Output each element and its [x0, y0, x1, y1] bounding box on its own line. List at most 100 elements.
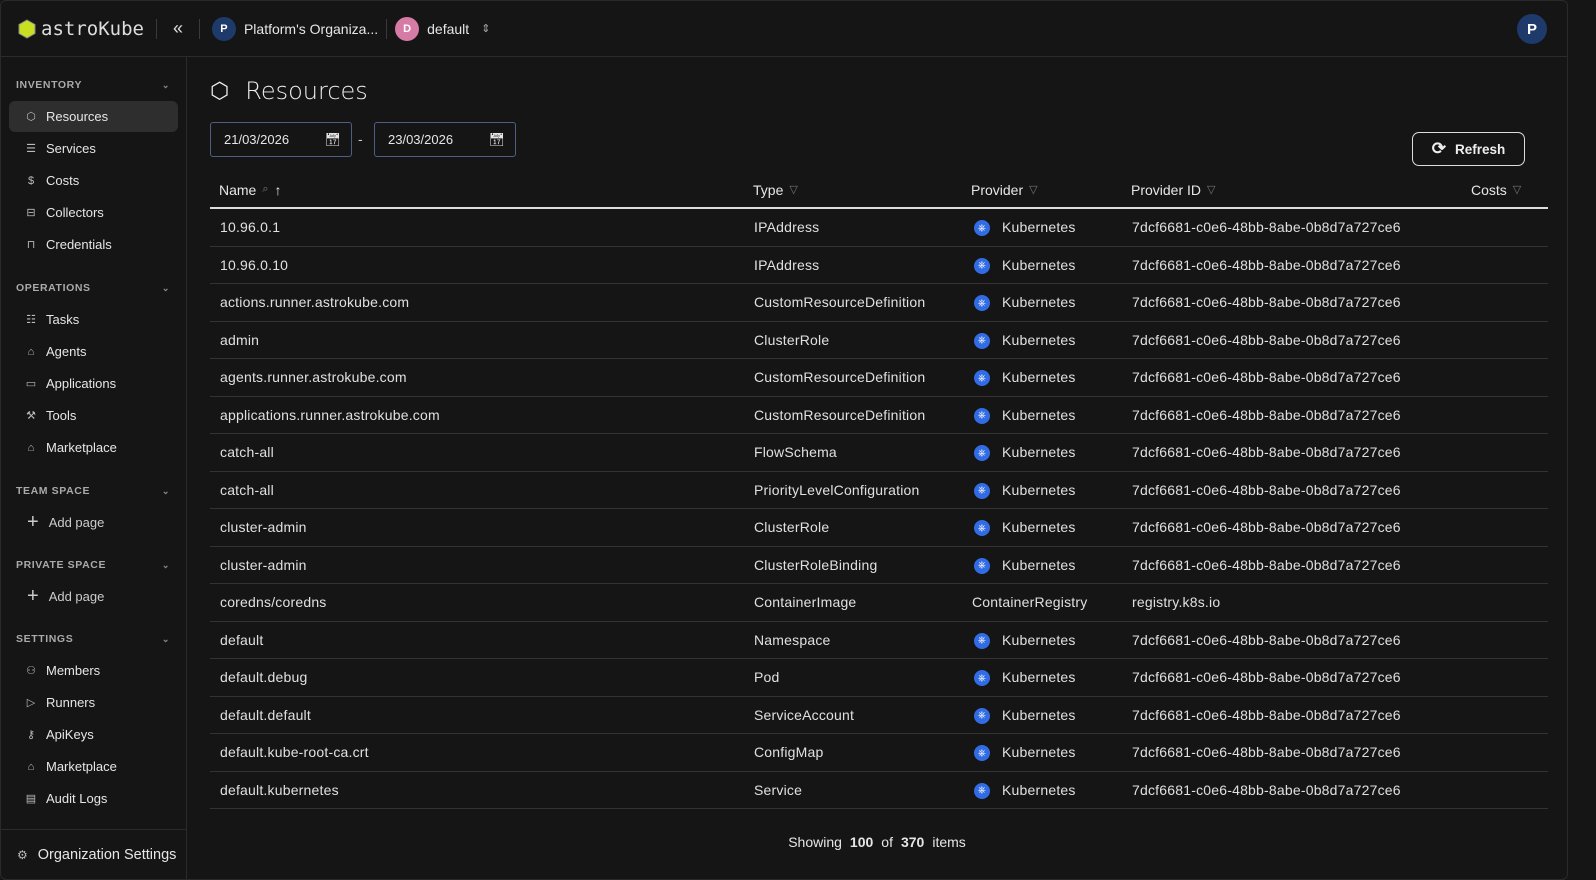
cell-provider-id: 7dcf6681-c0e6-48bb-8abe-0b8d7a727ce6: [1132, 782, 1401, 798]
section-operations[interactable]: OPERATIONS ⌄: [1, 278, 186, 298]
filter-icon[interactable]: ▽: [789, 183, 797, 196]
calendar-icon[interactable]: 📅︎: [324, 132, 341, 148]
sidebar-item-members[interactable]: ⚇ Members: [9, 655, 178, 686]
tool-icon: ⚒: [26, 410, 36, 422]
sidebar-item-credentials[interactable]: ⊓ Credentials: [9, 229, 178, 260]
cell-text: ClusterRole: [754, 519, 830, 535]
cell-type: ClusterRole: [754, 519, 829, 535]
column-costs[interactable]: Costs ▽: [1471, 182, 1521, 198]
sidebar-item-audit-logs[interactable]: ▤ Audit Logs: [9, 783, 178, 814]
lock-icon: ⊓: [26, 239, 36, 251]
refresh-button[interactable]: ⟳ Refresh: [1412, 132, 1525, 166]
section-inventory[interactable]: INVENTORY ⌄: [1, 75, 186, 95]
kubernetes-icon: ⎈: [974, 332, 990, 349]
date-from-input[interactable]: 21/03/2026 📅︎: [210, 122, 352, 157]
table-row[interactable]: default.default ServiceAccount ⎈ Kubernetes…: [210, 697, 1548, 734]
table-row[interactable]: catch-all PriorityLevelConfiguration ⎈ Kube…: [210, 472, 1548, 509]
sidebar-item-costs[interactable]: $ Costs: [9, 165, 178, 196]
cell-text: 10.96.0.1: [220, 219, 281, 235]
refresh-label: Refresh: [1454, 141, 1506, 157]
logo[interactable]: astroKube: [17, 18, 144, 40]
page-title-text: Resources: [245, 77, 368, 105]
sidebar-item-runners[interactable]: ▷ Runners: [9, 687, 178, 718]
cell-text: admin: [220, 331, 260, 348]
cell-text: ConfigMap: [754, 744, 824, 760]
sidebar-item-agents[interactable]: ⌂ Agents: [9, 336, 178, 367]
table-row[interactable]: 10.96.0.10 IPAddress ⎈ Kubernetes 7dcf6681-c…: [210, 247, 1548, 284]
org-switcher[interactable]: P Platform's Organiza...: [211, 16, 378, 41]
sidebar-item-label: Services: [46, 141, 96, 156]
window-icon: ▭: [25, 378, 37, 390]
cell-text: IPAddress: [754, 256, 820, 273]
kubernetes-icon: ⎈: [974, 295, 990, 312]
cell-type: Service: [754, 782, 802, 798]
filter-icon[interactable]: ▽: [1029, 183, 1037, 196]
table-row[interactable]: applications.runner.astrokube.com CustomR…: [210, 397, 1548, 434]
sidebar-item-resources[interactable]: ⬡ Resources: [9, 101, 178, 132]
cell-text: Namespace: [754, 631, 831, 648]
server-icon: ☰: [26, 143, 36, 155]
date-from-value: 21/03/2026: [224, 132, 290, 147]
table-row[interactable]: 10.96.0.1 IPAddress ⎈ Kubernetes 7dcf6681-c0…: [210, 209, 1548, 247]
kubernetes-icon: ⎈: [974, 445, 990, 462]
sidebar-item-collectors[interactable]: ⊟ Collectors: [9, 197, 178, 228]
cell-provider: ⎈ Kubernetes: [974, 294, 1076, 312]
project-switcher[interactable]: D default ⇕: [395, 16, 490, 41]
table-row[interactable]: cluster-admin ClusterRole ⎈ Kubernetes 7dcf6…: [210, 509, 1548, 547]
table-row[interactable]: coredns/coredns ContainerImage ContainerRe…: [210, 584, 1548, 622]
cell-provider-id: 7dcf6681-c0e6-48bb-8abe-0b8d7a727ce6: [1132, 482, 1401, 498]
organization-settings-button[interactable]: ⚙ Organization Settings: [1, 829, 186, 879]
user-avatar[interactable]: P: [1517, 14, 1547, 44]
table-row[interactable]: default.kubernetes Service ⎈ Kubernetes 7dcf…: [210, 772, 1548, 809]
cell-name: catch-all: [220, 482, 274, 498]
column-label: Type: [753, 181, 784, 198]
cell-text: 7dcf6681-c0e6-48bb-8abe-0b8d7a727ce6: [1132, 706, 1401, 723]
cell-text: Kubernetes: [1002, 369, 1076, 385]
cell-text: default.debug: [220, 669, 308, 685]
section-settings[interactable]: SETTINGS ⌄: [1, 629, 186, 649]
sidebar-item-tools[interactable]: ⚒ Tools: [9, 400, 178, 431]
sidebar-item-marketplace[interactable]: ⌂ Marketplace: [9, 432, 178, 463]
column-provider[interactable]: Provider ▽: [971, 182, 1038, 198]
cell-name: catch-all: [220, 444, 274, 460]
sidebar-item-tasks[interactable]: ☷ Tasks: [9, 304, 178, 335]
sidebar-item-settings-marketplace[interactable]: ⌂ Marketplace: [9, 751, 178, 782]
team-add-page-button[interactable]: + Add page: [1, 507, 186, 537]
sidebar-item-applications[interactable]: ▭ Applications: [9, 368, 178, 399]
filter-icon[interactable]: ▽: [1207, 183, 1215, 196]
cell-text: registry.k8s.io: [1132, 594, 1221, 610]
table-row[interactable]: agents.runner.astrokube.com CustomResourc…: [210, 359, 1548, 397]
cell-text: Kubernetes: [1002, 556, 1076, 573]
filter-icon[interactable]: ▽: [1513, 183, 1521, 196]
table-row[interactable]: catch-all FlowSchema ⎈ Kubernetes 7dcf6681-c…: [210, 434, 1548, 472]
section-private-space[interactable]: PRIVATE SPACE ⌄: [1, 555, 186, 575]
calendar-icon[interactable]: 📅︎: [488, 132, 505, 148]
divider: [386, 18, 388, 39]
cell-text: 7dcf6681-c0e6-48bb-8abe-0b8d7a727ce6: [1132, 219, 1401, 235]
sidebar-item-label: ApiKeys: [46, 727, 94, 742]
cell-name: default.kube-root-ca.crt: [220, 744, 369, 760]
column-name[interactable]: Name ⌕ ↑: [219, 182, 282, 198]
table-row[interactable]: default.debug Pod ⎈ Kubernetes 7dcf6681-c0e6…: [210, 659, 1548, 697]
sidebar-item-services[interactable]: ☰ Services: [9, 133, 178, 164]
date-to-input[interactable]: 23/03/2026 📅︎: [374, 122, 516, 157]
sort-asc-icon[interactable]: ↑: [275, 182, 282, 198]
table-row[interactable]: admin ClusterRole ⎈ Kubernetes 7dcf6681-c0e6…: [210, 322, 1548, 359]
table-row[interactable]: actions.runner.astrokube.com CustomResour…: [210, 284, 1548, 322]
table-row[interactable]: default.kube-root-ca.crt ConfigMap ⎈ Kubern…: [210, 734, 1548, 772]
table-row[interactable]: cluster-admin ClusterRoleBinding ⎈ Kubernet…: [210, 547, 1548, 584]
collapse-sidebar-button[interactable]: «: [169, 18, 187, 39]
section-team-space[interactable]: TEAM SPACE ⌄: [1, 481, 186, 501]
search-icon[interactable]: ⌕: [262, 183, 268, 196]
sidebar-item-apikeys[interactable]: ⚷ ApiKeys: [9, 719, 178, 750]
column-provider-id[interactable]: Provider ID ▽: [1131, 182, 1216, 198]
cell-name: cluster-admin: [220, 557, 307, 573]
private-add-page-button[interactable]: + Add page: [1, 581, 186, 611]
column-type[interactable]: Type ▽: [753, 182, 798, 198]
cell-text: default.kube-root-ca.crt: [220, 744, 369, 760]
table-row[interactable]: default Namespace ⎈ Kubernetes 7dcf6681-c0e6…: [210, 622, 1548, 659]
users-icon: ⚇: [26, 665, 36, 677]
hexagon-icon: ⬡: [26, 111, 36, 123]
cell-type: IPAddress: [754, 219, 819, 235]
cell-name: coredns/coredns: [220, 594, 327, 610]
